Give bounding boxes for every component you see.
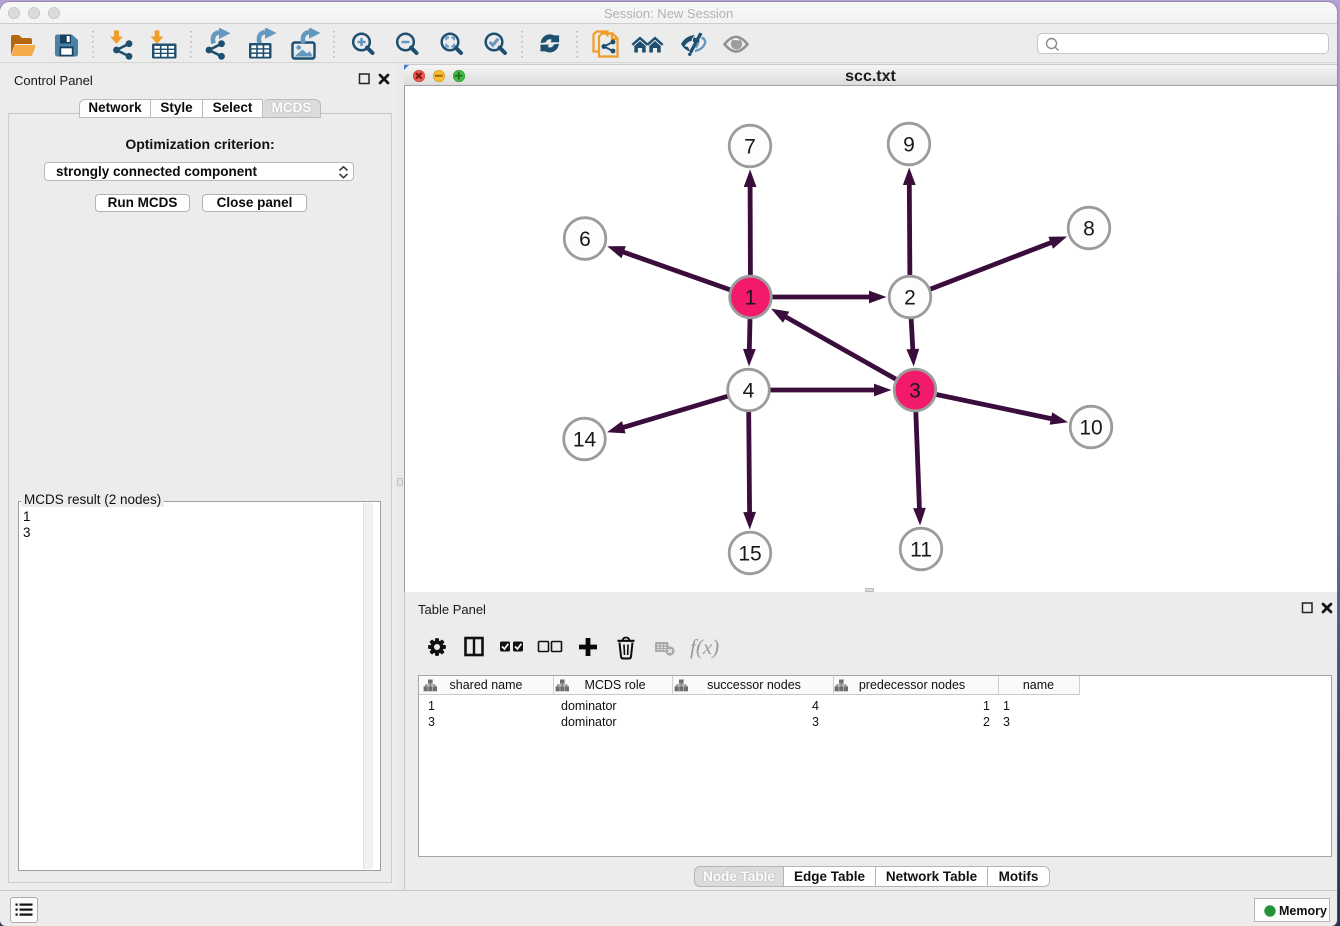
svg-text:9: 9: [903, 133, 915, 156]
svg-text:15: 15: [738, 542, 761, 565]
svg-text:14: 14: [573, 428, 597, 451]
svg-text:4: 4: [743, 379, 755, 402]
svg-text:6: 6: [579, 228, 591, 251]
svg-text:11: 11: [910, 538, 932, 561]
svg-text:3: 3: [909, 379, 921, 402]
svg-text:1: 1: [745, 286, 757, 309]
svg-text:7: 7: [744, 135, 756, 158]
svg-text:2: 2: [904, 286, 916, 309]
svg-text:10: 10: [1079, 416, 1102, 439]
svg-text:f(x): f(x): [690, 635, 719, 659]
svg-text:8: 8: [1083, 217, 1095, 240]
